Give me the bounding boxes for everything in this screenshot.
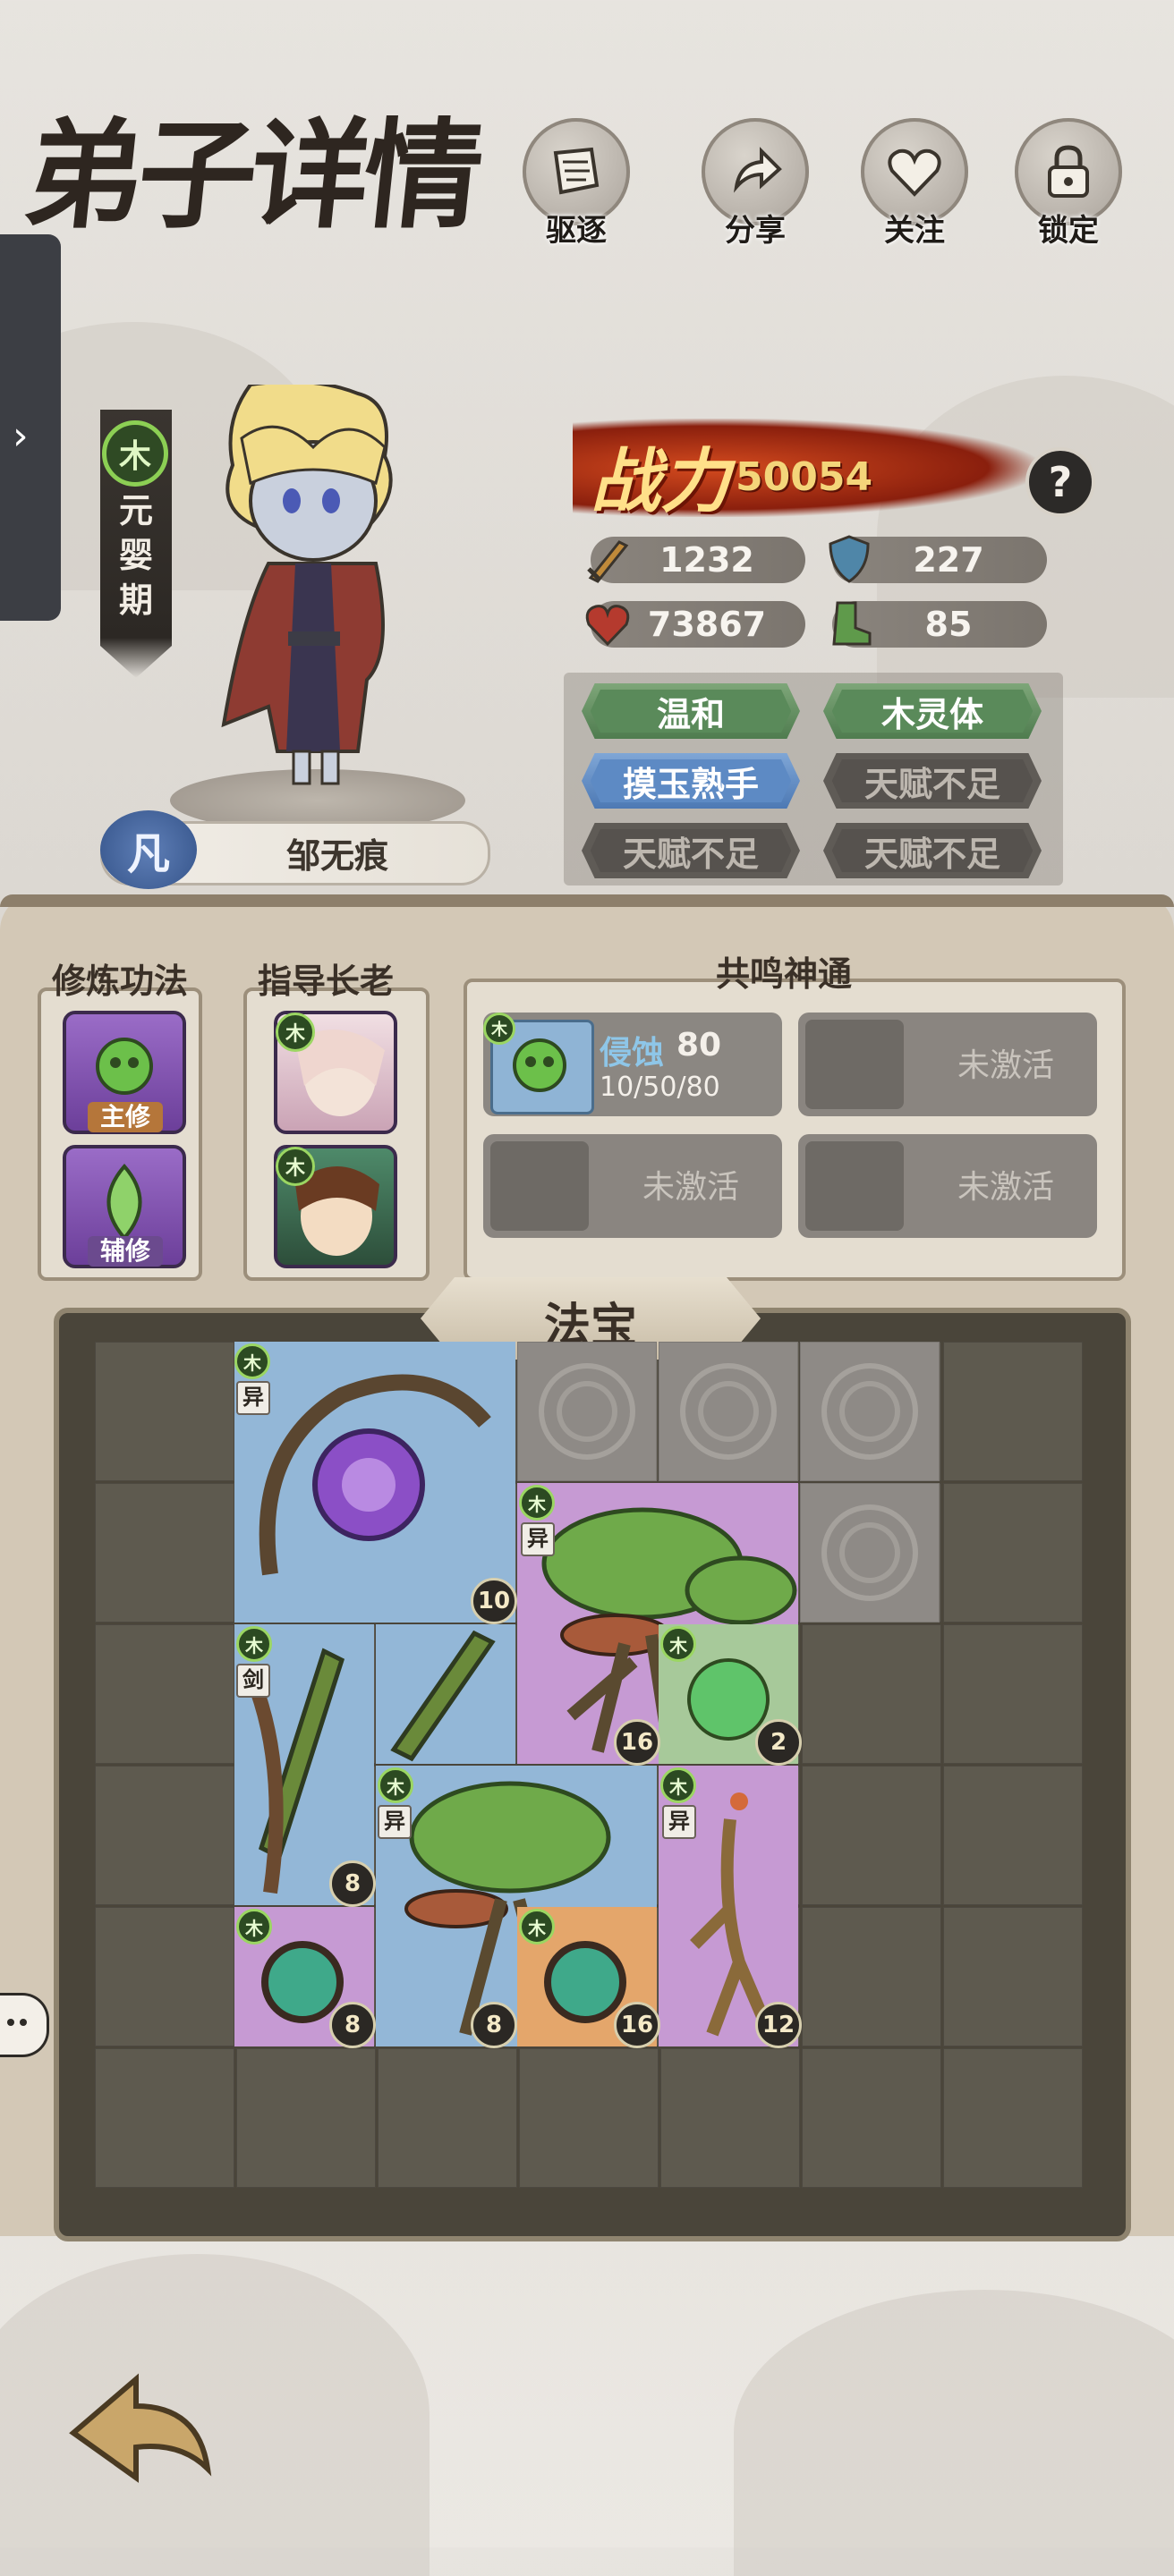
stat-speed: 85 [832, 601, 1047, 648]
character-portrait[interactable] [188, 379, 438, 796]
character-name[interactable]: 邹无痕 [208, 828, 467, 877]
element-wood-badge: 木 [519, 1909, 555, 1945]
power-value: 50054 [736, 454, 873, 500]
swirl-icon [680, 1363, 777, 1460]
element-wood-badge: 木 [236, 1909, 272, 1945]
grid-cell[interactable] [943, 1907, 1083, 2046]
swirl-icon [539, 1363, 635, 1460]
grid-cell[interactable] [95, 1483, 234, 1623]
resonance-slot-inactive[interactable]: 未激活 [798, 1013, 1097, 1116]
grid-cell[interactable] [95, 1342, 234, 1481]
item-level: 2 [755, 1719, 802, 1766]
grid-cell[interactable] [519, 2048, 659, 2188]
resonance-level: 80 [676, 1027, 722, 1063]
resonance-slot-inactive[interactable]: 未激活 [798, 1134, 1097, 1238]
dismiss-button[interactable]: 驱逐 [523, 118, 630, 252]
element-wood-badge: 木 [102, 420, 168, 487]
item-level: 12 [755, 2002, 802, 2048]
locked-cell [800, 1483, 940, 1623]
resonance-slot-inactive[interactable]: 未激活 [483, 1134, 782, 1238]
empty-slot [805, 1141, 904, 1231]
stat-attack: 1232 [587, 537, 805, 583]
type-tag: 异 [521, 1522, 555, 1556]
resonance-slot-active[interactable]: 木 侵蚀 80 10/50/80 [483, 1013, 782, 1116]
item-level: 16 [614, 2002, 660, 2048]
back-button[interactable] [64, 2370, 217, 2504]
grid-cell[interactable] [660, 2048, 800, 2188]
chat-bubble-icon[interactable] [0, 1993, 49, 2057]
swirl-icon [821, 1504, 918, 1601]
item-level: 16 [614, 1719, 660, 1766]
grid-cell[interactable] [236, 2048, 376, 2188]
follow-button[interactable]: 关注 [861, 118, 968, 252]
lock-button[interactable]: 锁定 [1015, 118, 1122, 252]
grid-cell[interactable] [95, 1907, 234, 2046]
grid-cell[interactable] [943, 1766, 1083, 1905]
grid-cell[interactable] [802, 1907, 941, 2046]
elders-title: 指导长老 [258, 961, 395, 1001]
grid-cell[interactable] [943, 1342, 1083, 1481]
item-level: 10 [471, 1578, 517, 1624]
trait-tag-empty[interactable]: 天赋不足 [823, 753, 1042, 809]
grid-cell[interactable] [802, 2048, 941, 2188]
frame-top-edge [0, 894, 1174, 907]
element-wood-badge: 木 [660, 1626, 696, 1662]
swirl-icon [821, 1363, 918, 1460]
trait-tag[interactable]: 温和 [582, 683, 800, 739]
type-tag: 剑 [236, 1664, 270, 1698]
element-wood-badge: 木 [660, 1767, 696, 1803]
grid-cell[interactable] [95, 1766, 234, 1905]
item-level: 8 [329, 2002, 376, 2048]
element-wood-badge: 木 [234, 1343, 270, 1379]
trait-tag[interactable]: 摸玉熟手 [582, 753, 800, 809]
cultivation-title: 修炼功法 [52, 961, 189, 1001]
chevron-right-icon: › [13, 413, 29, 459]
locked-cell [517, 1342, 657, 1481]
grid-cell[interactable] [943, 1624, 1083, 1764]
element-wood-badge: 木 [378, 1767, 413, 1803]
element-wood-badge: 木 [519, 1485, 555, 1521]
stat-health: 73867 [585, 601, 805, 648]
treasure-item-purple-lotus[interactable] [234, 1342, 515, 1623]
empty-slot [805, 1020, 904, 1109]
back-arrow-icon [69, 2373, 212, 2483]
item-level: 8 [329, 1860, 376, 1907]
resonance-progress: 10/50/80 [600, 1072, 720, 1103]
side-drawer-tab[interactable]: › [0, 234, 61, 621]
main-technique-tag: 主修 [88, 1102, 163, 1132]
resonance-name: 侵蚀 [600, 1034, 665, 1072]
grid-cell[interactable] [95, 1624, 234, 1764]
grid-cell[interactable] [802, 1624, 941, 1764]
resonance-title: 共鸣神通 [716, 953, 853, 994]
help-button[interactable]: ? [1025, 447, 1095, 517]
page-title: 弟子详情 [18, 106, 484, 245]
item-level: 8 [471, 2002, 517, 2048]
trait-tag-empty[interactable]: 天赋不足 [823, 823, 1042, 878]
type-tag: 异 [378, 1805, 412, 1839]
rank-badge: 凡 [100, 810, 197, 889]
grid-cell[interactable] [802, 1766, 941, 1905]
element-wood-badge: 木 [236, 1626, 272, 1662]
empty-slot [490, 1141, 589, 1231]
grid-cell[interactable] [943, 2048, 1083, 2188]
element-wood-badge: 木 [276, 1147, 315, 1186]
locked-cell [659, 1342, 798, 1481]
trait-tag[interactable]: 木灵体 [823, 683, 1042, 739]
stat-defense: 227 [829, 535, 1047, 583]
grid-cell[interactable] [943, 1483, 1083, 1623]
element-wood-badge: 木 [483, 1013, 515, 1045]
power-label: 战力 [591, 441, 731, 522]
grid-cell[interactable] [95, 2048, 234, 2188]
share-button[interactable]: 分享 [702, 118, 809, 252]
type-tag: 异 [236, 1381, 270, 1415]
locked-cell [800, 1342, 940, 1481]
trait-tag-empty[interactable]: 天赋不足 [582, 823, 800, 878]
grid-cell[interactable] [378, 2048, 517, 2188]
type-tag: 异 [662, 1805, 696, 1839]
treasure-item-vine-sword-tip[interactable] [376, 1624, 515, 1764]
element-wood-badge: 木 [276, 1013, 315, 1052]
aux-technique-tag: 辅修 [88, 1236, 163, 1267]
